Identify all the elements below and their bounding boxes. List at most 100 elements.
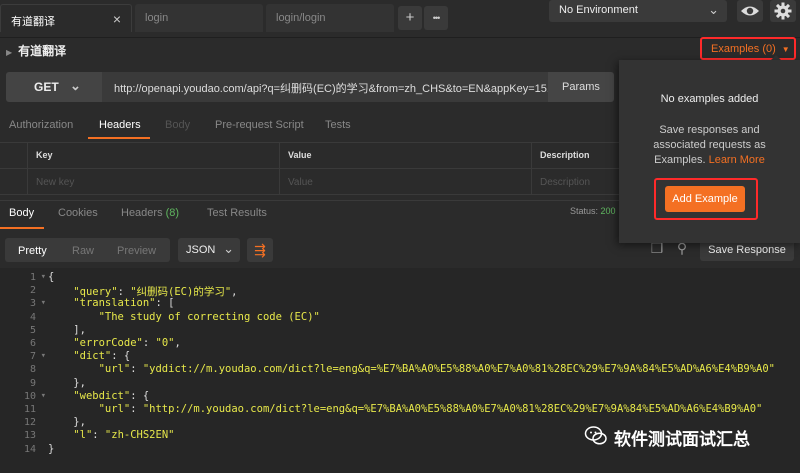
new-description-input[interactable]: Description [532,169,620,195]
request-tabs [0,112,620,140]
environment-label: No Environment [559,4,638,16]
tab-pre-request-script[interactable]: Pre-request Script [215,119,304,131]
tab-youdao[interactable]: 有道翻译 × [0,4,132,32]
status-label: Status: [570,206,599,216]
new-key-input[interactable]: New key [28,169,280,195]
line-number: 3 ▾ [29,298,46,310]
tab-login-login[interactable]: login/login [266,4,394,32]
format-select[interactable]: JSON ⌄ [178,238,240,262]
code-line: "dict": { [73,350,131,363]
column-header-key: Key [28,143,280,169]
tab-tests[interactable]: Tests [325,119,351,131]
tab-response-body[interactable]: Body [9,207,34,219]
code-line: "webdict": { [73,389,150,402]
status-readout: Status: 200 [570,206,616,216]
fold-icon[interactable]: ▾ [41,391,46,401]
fold-icon[interactable]: ▾ [41,351,46,361]
tab-test-results[interactable]: Test Results [207,207,267,219]
line-number: 6 [29,338,36,349]
line-number: 10 ▾ [23,390,46,402]
environment-select[interactable]: No Environment ⌄ [549,0,727,22]
json-key: "errorCode" [73,337,143,349]
popover-description: Save responses and associated requests a… [639,123,780,168]
code-line: "url": "http://m.youdao.com/dict?le=eng&… [98,403,763,415]
plus-icon: + [405,9,415,26]
tab-headers[interactable]: Headers [99,119,141,131]
code-line: "translation": [ [73,297,175,310]
wrap-icon: ⇶ [254,242,266,258]
headers-count-badge: (8) [165,207,180,219]
settings-button[interactable] [770,0,796,22]
json-string: "zh-CHS2EN" [104,429,175,442]
tab-login[interactable]: login [135,4,263,32]
code-line: "errorCode": "0", [73,337,181,349]
add-example-button[interactable]: Add Example [665,186,745,212]
code-line: "l": "zh-CHS2EN" [73,429,175,442]
response-headers-label: Headers [121,207,163,219]
row-select-cell [0,169,28,195]
tab-label: login [145,12,169,24]
tab-authorization[interactable]: Authorization [9,119,73,131]
params-button[interactable]: Params [548,72,614,102]
row-select-header [0,143,28,169]
view-raw-button[interactable]: Raw [72,245,94,257]
tab-body[interactable]: Body [165,119,190,131]
json-key: "l" [73,429,93,442]
code-line: }, [48,416,86,429]
tab-label: login/login [276,12,326,24]
caret-right-icon[interactable]: ▶ [6,48,12,57]
line-number: 9 [29,377,36,389]
json-string: "0" [155,337,175,349]
method-select[interactable]: GET ⌄ [6,72,102,102]
gear-icon [774,2,792,20]
view-mode-group: Pretty Raw Preview [5,238,170,262]
line-number: 5 [29,324,36,336]
active-tab-indicator [88,137,150,139]
format-label: JSON [186,244,216,256]
request-name-label: 有道翻译 [18,44,67,58]
json-key: "translation" [73,297,156,310]
add-tab-button[interactable]: + [398,6,422,30]
line-number: 13 [23,430,36,442]
status-code: 200 [600,206,616,216]
line-number: 8 [29,364,36,376]
json-string: "The study of correcting code (EC)" [98,310,320,323]
popover-title: No examples added [660,93,759,105]
column-header-description: Description [532,143,620,169]
code-line: "url": "yddict://m.youdao.com/dict?le=en… [98,363,775,376]
json-key: "webdict" [73,389,131,402]
json-key: "query" [73,286,118,299]
line-number: 14 [23,443,36,455]
tab-menu-button[interactable]: ••• [424,6,448,30]
json-key: "url" [98,363,131,376]
json-string: "纠删码(EC)的学习" [130,286,232,299]
more-icon: ••• [432,13,441,23]
active-response-tab-indicator [0,227,44,229]
wechat-icon [584,426,607,445]
tab-response-headers[interactable]: Headers (8) [121,207,179,219]
view-pretty-button[interactable]: Pretty [18,245,47,257]
line-number: 2 [29,285,36,297]
eye-icon [741,6,759,16]
wrap-lines-button[interactable]: ⇶ [247,238,273,262]
method-label: GET [34,80,59,94]
learn-more-link[interactable]: Learn More [709,154,765,166]
close-icon[interactable]: × [113,11,121,27]
url-input[interactable]: http://openapi.youdao.com/api?q=纠删码(EC)的… [102,72,548,102]
headers-table: Key Value Description New key Value Desc… [0,142,620,195]
tab-cookies[interactable]: Cookies [58,207,98,219]
chevron-down-icon: ⌄ [70,78,81,93]
watermark-text: 软件测试面试汇总 [614,430,750,449]
environment-quicklook-button[interactable] [737,0,763,22]
chevron-down-icon: ⌄ [223,241,234,256]
line-number: 7 ▾ [29,351,46,363]
new-value-input[interactable]: Value [280,169,532,195]
chevron-down-icon: ⌄ [708,2,719,17]
fold-icon[interactable]: ▾ [41,298,46,308]
request-name[interactable]: ▶ 有道翻译 [6,42,66,59]
json-key: "dict" [73,350,112,363]
fold-icon[interactable]: ▾ [41,272,46,282]
caret-down-icon: ▼ [781,45,790,54]
code-line: { [48,271,55,283]
view-preview-button[interactable]: Preview [117,245,156,257]
